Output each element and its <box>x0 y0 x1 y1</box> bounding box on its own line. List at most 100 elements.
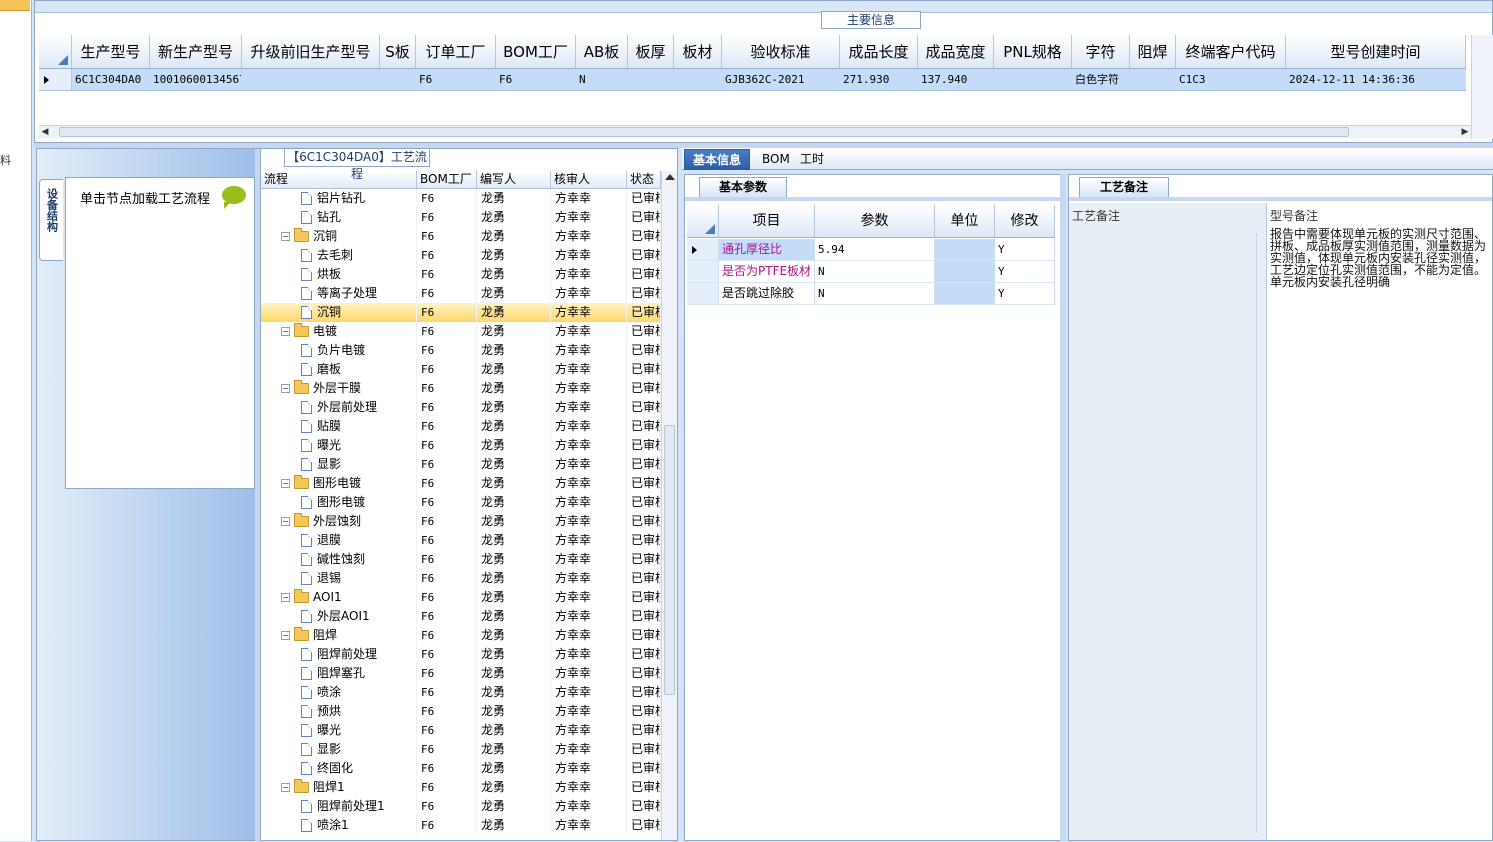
model-note-field[interactable]: 型号备注 报告中需要体现单元板的实测尺寸范围、拼板、成品板厚实测值范围，测量数据… <box>1267 203 1492 840</box>
detail-splitter[interactable] <box>1060 174 1066 841</box>
param-cell[interactable]: 5.94 <box>815 239 935 260</box>
tree-row[interactable]: 铝片钻孔 F6龙勇方幸幸已审核 <box>261 189 661 208</box>
param-cell[interactable] <box>935 261 995 282</box>
basic-params-subtab[interactable]: 基本参数 <box>699 177 787 197</box>
collapse-icon[interactable]: − <box>281 479 290 488</box>
craft-note-scrollbar[interactable] <box>1256 233 1266 833</box>
grid-cell[interactable]: 6C1C304DA0 <box>72 69 150 90</box>
tree-row[interactable]: 曝光 F6龙勇方幸幸已审核 <box>261 436 661 455</box>
param-cell[interactable]: Y <box>995 261 1055 282</box>
scroll-up-icon[interactable] <box>665 174 675 180</box>
param-cell[interactable]: Y <box>995 283 1055 304</box>
collapse-icon[interactable]: − <box>281 783 290 792</box>
grid-column-header[interactable]: 成品宽度 <box>918 35 994 68</box>
tree-row[interactable]: 终固化 F6龙勇方幸幸已审核 <box>261 759 661 778</box>
tree-row[interactable]: − 电镀 F6龙勇方幸幸已审核 <box>261 322 661 341</box>
grid-column-header[interactable]: 字符 <box>1072 35 1130 68</box>
collapse-icon[interactable]: − <box>281 327 290 336</box>
param-row[interactable]: 是否跳过除胶 N Y <box>687 283 1055 305</box>
param-cell[interactable]: Y <box>995 239 1055 260</box>
grid-column-header[interactable]: 升级前旧生产型号 <box>242 35 380 68</box>
tree-row[interactable]: 阻焊塞孔 F6龙勇方幸幸已审核 <box>261 664 661 683</box>
tree-row[interactable]: 负片电镀 F6龙勇方幸幸已审核 <box>261 341 661 360</box>
param-column-header[interactable]: 修改 <box>995 205 1055 237</box>
grid-column-header[interactable]: 阻焊 <box>1130 35 1176 68</box>
param-row[interactable]: 通孔厚径比 5.94 Y <box>687 239 1055 261</box>
grid-column-header[interactable]: 终端客户代码 <box>1176 35 1286 68</box>
grid-column-header[interactable]: 订单工厂 <box>416 35 496 68</box>
tree-row[interactable]: 图形电镀 F6龙勇方幸幸已审核 <box>261 493 661 512</box>
craft-note-subtab[interactable]: 工艺备注 <box>1079 177 1169 197</box>
tree-row[interactable]: − AOI1 F6龙勇方幸幸已审核 <box>261 588 661 607</box>
tree-row[interactable]: − 沉铜 F6龙勇方幸幸已审核 <box>261 227 661 246</box>
craft-note-field[interactable]: 工艺备注 <box>1069 203 1267 840</box>
grid-cell[interactable]: 271.930 <box>840 69 918 90</box>
tree-row[interactable]: 曝光 F6龙勇方幸幸已审核 <box>261 721 661 740</box>
grid-column-header[interactable]: 板材 <box>674 35 722 68</box>
tree-row[interactable]: 烘板 F6龙勇方幸幸已审核 <box>261 265 661 284</box>
tree-row[interactable]: 等离子处理 F6龙勇方幸幸已审核 <box>261 284 661 303</box>
tree-row[interactable]: 退膜 F6龙勇方幸幸已审核 <box>261 531 661 550</box>
tree-column-header[interactable]: BOM工厂 <box>417 171 477 188</box>
grid-cell[interactable] <box>1130 69 1176 90</box>
tree-row[interactable]: − 外层干膜 F6龙勇方幸幸已审核 <box>261 379 661 398</box>
grid-column-header[interactable]: 成品长度 <box>840 35 918 68</box>
tree-row[interactable]: − 图形电镀 F6龙勇方幸幸已审核 <box>261 474 661 493</box>
main-grid-hscrollbar[interactable]: ◀ ▶ <box>39 125 1471 138</box>
grid-column-header[interactable]: 板厚 <box>628 35 674 68</box>
grid-cell[interactable] <box>674 69 722 90</box>
tree-column-header[interactable]: 核审人 <box>551 171 627 188</box>
process-tree-vscrollbar[interactable] <box>661 171 677 840</box>
grid-cell[interactable]: GJB362C-2021 <box>722 69 840 90</box>
param-cell[interactable]: 是否跳过除胶 <box>719 283 815 304</box>
param-cell[interactable] <box>935 283 995 304</box>
param-cell[interactable] <box>935 239 995 260</box>
tree-row[interactable]: 喷涂1 F6龙勇方幸幸已审核 <box>261 816 661 835</box>
grid-column-header[interactable]: 验收标准 <box>722 35 840 68</box>
param-row[interactable]: 是否为PTFE板材 N Y <box>687 261 1055 283</box>
grid-cell[interactable]: F6 <box>416 69 496 90</box>
tree-column-header[interactable]: 编写人 <box>477 171 551 188</box>
tree-row[interactable]: 预烘 F6龙勇方幸幸已审核 <box>261 702 661 721</box>
tree-row[interactable]: − 阻焊 F6龙勇方幸幸已审核 <box>261 626 661 645</box>
tree-row[interactable]: 显影 F6龙勇方幸幸已审核 <box>261 455 661 474</box>
tab-basic-info[interactable]: 基本信息 <box>684 149 751 170</box>
grid-column-header[interactable]: AB板 <box>576 35 628 68</box>
device-structure-tab[interactable]: 设备结构 <box>39 179 63 261</box>
tree-row[interactable]: 去毛刺 F6龙勇方幸幸已审核 <box>261 246 661 265</box>
tree-row[interactable]: 显影 F6龙勇方幸幸已审核 <box>261 740 661 759</box>
collapse-icon[interactable]: − <box>281 517 290 526</box>
grid-cell[interactable]: F6 <box>496 69 576 90</box>
param-cell[interactable]: N <box>815 283 935 304</box>
main-grid-vscrollbar[interactable] <box>1471 35 1493 139</box>
tree-row[interactable]: 外层AOI1 F6龙勇方幸幸已审核 <box>261 607 661 626</box>
tree-row[interactable]: 碱性蚀刻 F6龙勇方幸幸已审核 <box>261 550 661 569</box>
tab-work-hours[interactable]: 工时 <box>792 149 832 170</box>
tree-row[interactable]: 阻焊前处理 F6龙勇方幸幸已审核 <box>261 645 661 664</box>
collapse-icon[interactable]: − <box>281 232 290 241</box>
grid-cell[interactable] <box>628 69 674 90</box>
grid-column-header[interactable]: 型号创建时间 <box>1286 35 1466 68</box>
grid-cell[interactable] <box>994 69 1072 90</box>
tree-column-header[interactable]: 流程 <box>261 171 417 188</box>
scroll-left-icon[interactable]: ◀ <box>39 126 51 138</box>
param-column-header[interactable]: 参数 <box>815 205 935 237</box>
param-cell[interactable]: 是否为PTFE板材 <box>719 261 815 282</box>
tree-row[interactable]: − 外层蚀刻 F6龙勇方幸幸已审核 <box>261 512 661 531</box>
grid-column-header[interactable]: 生产型号 <box>72 35 150 68</box>
tree-column-header[interactable]: 状态 <box>627 171 661 188</box>
grid-column-header[interactable]: PNL规格 <box>994 35 1072 68</box>
grid-cell[interactable]: 137.940 <box>918 69 994 90</box>
param-cell[interactable]: 通孔厚径比 <box>719 239 815 260</box>
grid-cell[interactable]: 10010600134567 <box>150 69 242 90</box>
grid-cell[interactable] <box>242 69 380 90</box>
tree-row[interactable]: 贴膜 F6龙勇方幸幸已审核 <box>261 417 661 436</box>
tree-row[interactable]: 磨板 F6龙勇方幸幸已审核 <box>261 360 661 379</box>
tree-row[interactable]: 沉铜 F6龙勇方幸幸已审核 <box>261 303 661 322</box>
param-column-header[interactable]: 项目 <box>719 205 815 237</box>
left-strip-tab[interactable] <box>0 0 30 11</box>
collapse-icon[interactable]: − <box>281 631 290 640</box>
grid-cell[interactable] <box>380 69 416 90</box>
grid-column-header[interactable]: BOM工厂 <box>496 35 576 68</box>
collapse-icon[interactable]: − <box>281 384 290 393</box>
